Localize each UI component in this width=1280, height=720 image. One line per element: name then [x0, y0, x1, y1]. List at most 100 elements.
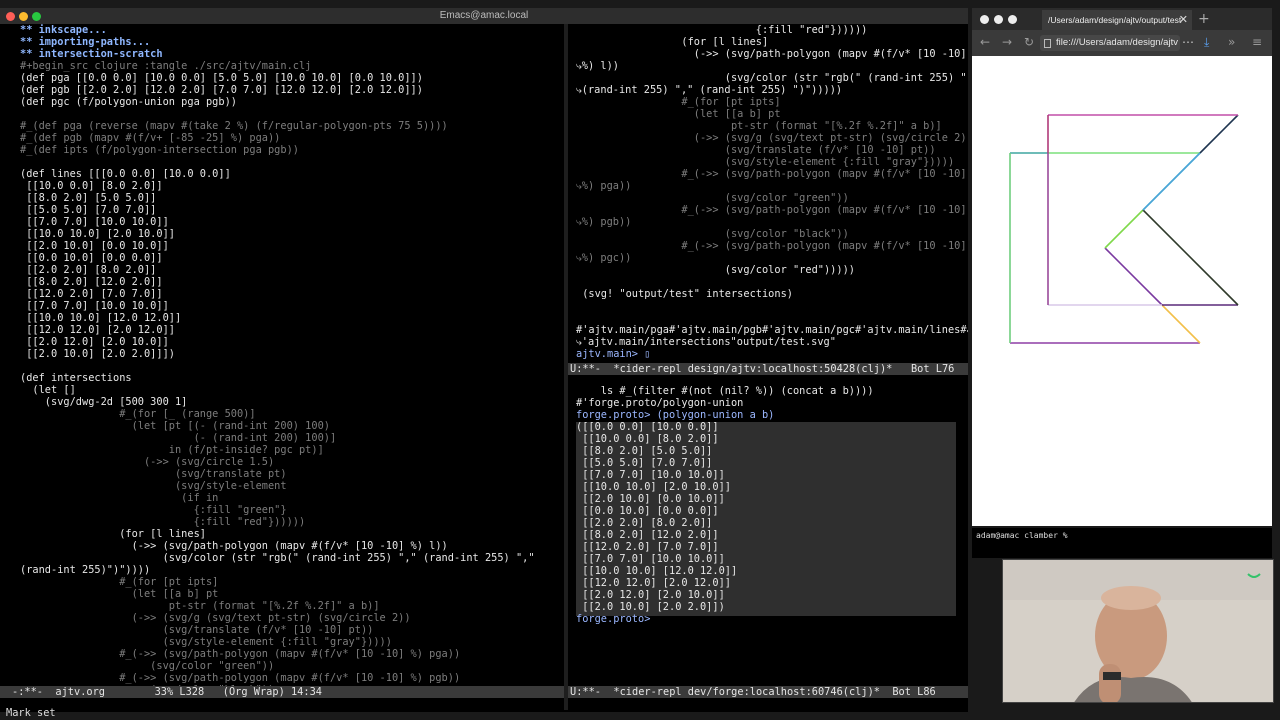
repl-line: [[8.0 2.0] [12.0 2.0]] — [576, 529, 719, 541]
repl-line: ajtv.main> ▯ — [576, 348, 651, 360]
repl-line — [576, 276, 968, 288]
code-line: {:fill "green"} — [20, 504, 287, 516]
code-line: (def pga [[0.0 0.0] [10.0 0.0] [5.0 5.0]… — [20, 72, 423, 84]
browser-tab[interactable]: /Users/adam/design/ajtv/output/test ✕ — [1042, 10, 1192, 30]
close-window-icon[interactable] — [980, 15, 989, 24]
code-line: (for [l lines] — [20, 528, 206, 540]
repl-line: [[8.0 2.0] [5.0 5.0]] — [576, 445, 713, 457]
code-line: [[8.0 2.0] [5.0 5.0]] — [20, 192, 157, 204]
code-line: (- (rand-int 200) 100)] — [20, 432, 337, 444]
code-line: [[10.0 10.0] [12.0 12.0]] — [20, 312, 182, 324]
minimize-window-icon[interactable] — [994, 15, 1003, 24]
repl-line: #_(->> (svg/path-polygon (mapv #(f/v* [1… — [576, 240, 968, 252]
repl-line: forge.proto> — [576, 613, 651, 625]
repl-line: [[2.0 12.0] [2.0 10.0]] — [576, 589, 725, 601]
repl-line: ([[0.0 0.0] [10.0 0.0]] — [576, 421, 719, 433]
repl-line: ⤷'ajtv.main/intersections"output/test.sv… — [576, 336, 836, 348]
polygon-drawing — [1009, 114, 1239, 344]
org-buffer[interactable]: ** inkscape... ** importing-paths... ** in… — [0, 24, 564, 694]
code-line: (svg/dwg-2d [500 300 1] — [20, 396, 188, 408]
window-title: Emacs@amac.local — [439, 10, 529, 21]
repl-line: [[12.0 12.0] [2.0 12.0]] — [576, 577, 731, 589]
code-line: #_(def ipts (f/polygon-intersection pga … — [20, 144, 299, 156]
repl-line: [[2.0 10.0] [0.0 10.0]] — [576, 493, 725, 505]
repl-line: (svg! "output/test" intersections) — [576, 288, 793, 300]
cider-repl-forge[interactable]: ls #_(filter #(not (nil? %)) (concat a b… — [576, 385, 874, 625]
cider-repl-design[interactable]: {:fill "red"}))))) (for [l lines] (->> (… — [576, 24, 968, 360]
code-line: [[10.0 10.0] [2.0 10.0]] — [20, 228, 175, 240]
presenter-photo — [1003, 560, 1273, 702]
code-line: ** inkscape... — [20, 24, 107, 36]
repl-line: [[10.0 0.0] [8.0 2.0]] — [576, 433, 719, 445]
code-line: (->> (svg/g (svg/text pt-str) (svg/circl… — [20, 612, 411, 624]
repl-line: [[2.0 2.0] [8.0 2.0]] — [576, 517, 713, 529]
code-line: (->> (svg/path-polygon (mapv #(f/v* [10 … — [20, 540, 448, 552]
code-line: [[2.0 10.0] [2.0 2.0]]]) — [20, 348, 175, 360]
code-line: [[2.0 2.0] [8.0 2.0]] — [20, 264, 157, 276]
polygon-segment — [1199, 114, 1239, 154]
repl-panes[interactable]: {:fill "red"}))))) (for [l lines] (->> (… — [568, 24, 968, 694]
code-line: #_(for [_ (range 500)] — [20, 408, 256, 420]
new-tab-icon[interactable]: + — [1198, 10, 1210, 28]
repl-line — [576, 312, 968, 324]
repl-line: pt-str (format "[%.2f %.2f]" a b)] — [576, 120, 942, 132]
repl-line: (->> (svg/g (svg/text pt-str) (svg/circl… — [576, 132, 968, 144]
repl-line: {:fill "red"}))))) — [576, 24, 868, 36]
code-line: [[12.0 12.0] [2.0 12.0]] — [20, 324, 175, 336]
code-line: #_(for [pt ipts] — [20, 576, 219, 588]
code-line: (let [] — [20, 384, 76, 396]
repl-line: #_(->> (svg/path-polygon (mapv #(f/v* [1… — [576, 204, 968, 216]
repl-line: (svg/translate (f/v* [10 -10] pt)) — [576, 144, 936, 156]
url-bar[interactable]: file:///Users/adam/design/ajtv — [1040, 35, 1180, 51]
polygon-segment — [1104, 247, 1163, 306]
download-icon[interactable]: ⤓ — [1204, 35, 1209, 50]
code-line: (if in — [20, 492, 219, 504]
code-line: [[5.0 5.0] [7.0 7.0]] — [20, 204, 157, 216]
repl-line: forge.proto> (polygon-union a b) — [576, 409, 775, 421]
browser-window: /Users/adam/design/ajtv/output/test ✕ + … — [972, 8, 1272, 526]
webcam-overlay — [1002, 559, 1274, 703]
code-line: [[7.0 7.0] [10.0 10.0]] — [20, 300, 169, 312]
repl-line: (svg/color "green")) — [576, 192, 849, 204]
reload-icon[interactable]: ↻ — [1024, 35, 1034, 49]
forward-arrow-icon[interactable]: → — [1002, 35, 1012, 49]
code-line: #_(def pga (reverse (mapv #(take 2 %) (f… — [20, 120, 448, 132]
repl-line: (svg/color "red"))))) — [576, 264, 855, 276]
close-tab-icon[interactable]: ✕ — [1179, 10, 1188, 30]
repl-line: [[12.0 2.0] [7.0 7.0]] — [576, 541, 719, 553]
repl-line: #'forge.proto/polygon-union — [576, 397, 744, 409]
code-line: #_(->> (svg/path-polygon (mapv #(f/v* [1… — [20, 648, 461, 660]
more-icon[interactable]: ⋯ — [1182, 35, 1194, 49]
left-modeline: -:**- ajtv.org 33% L328 (Org Wrap) 14:34 — [0, 686, 564, 698]
polygon-segment — [1104, 209, 1144, 249]
browser-tabbar: /Users/adam/design/ajtv/output/test ✕ + — [972, 8, 1272, 30]
repl-line: [[10.0 10.0] [12.0 12.0]] — [576, 565, 738, 577]
code-line: pt-str (format "[%.2f %.2f]" a b)] — [20, 600, 380, 612]
repl-line: (svg/style-element {:fill "gray"})))) — [576, 156, 955, 168]
menu-icon[interactable]: ≡ — [1252, 35, 1262, 49]
zoom-window-icon[interactable] — [1008, 15, 1017, 24]
overflow-chevron-icon[interactable]: » — [1228, 35, 1235, 49]
terminal-window[interactable]: adam@amac clamber % — [972, 528, 1272, 558]
code-line: {:fill "red"}))))) — [20, 516, 306, 528]
tab-title: /Users/adam/design/ajtv/output/test — [1048, 15, 1182, 25]
terminal-prompt[interactable]: adam@amac clamber % — [976, 531, 1072, 540]
code-line: [[8.0 2.0] [12.0 2.0]] — [20, 276, 163, 288]
code-line: in (f/pt-inside? pgc pt)] — [20, 444, 324, 456]
repl-line: ⤷%) l)) — [576, 60, 619, 72]
back-arrow-icon[interactable]: ← — [980, 35, 990, 49]
code-line: (let [pt [(- (rand-int 200) 100) — [20, 420, 330, 432]
repl-line: #_(->> (svg/path-polygon (mapv #(f/v* [1… — [576, 168, 968, 180]
code-line: (def lines [[[0.0 0.0] [10.0 0.0]] — [20, 168, 231, 180]
polygon-segment — [1142, 152, 1201, 211]
code-line: (rand-int 255)")")))) — [20, 564, 151, 576]
code-line: (svg/style-element {:fill "gray"})))) — [20, 636, 392, 648]
minibuffer: Mark set — [6, 707, 56, 719]
code-line: (def intersections — [20, 372, 132, 384]
org-source-code[interactable]: ** inkscape... ** importing-paths... ** in… — [20, 24, 535, 694]
browser-toolbar: ← → ↻ file:///Users/adam/design/ajtv ⋯ ⤓… — [972, 30, 1272, 56]
repl-line: [[5.0 5.0] [7.0 7.0]] — [576, 457, 713, 469]
code-line: [[10.0 0.0] [8.0 2.0]] — [20, 180, 163, 192]
